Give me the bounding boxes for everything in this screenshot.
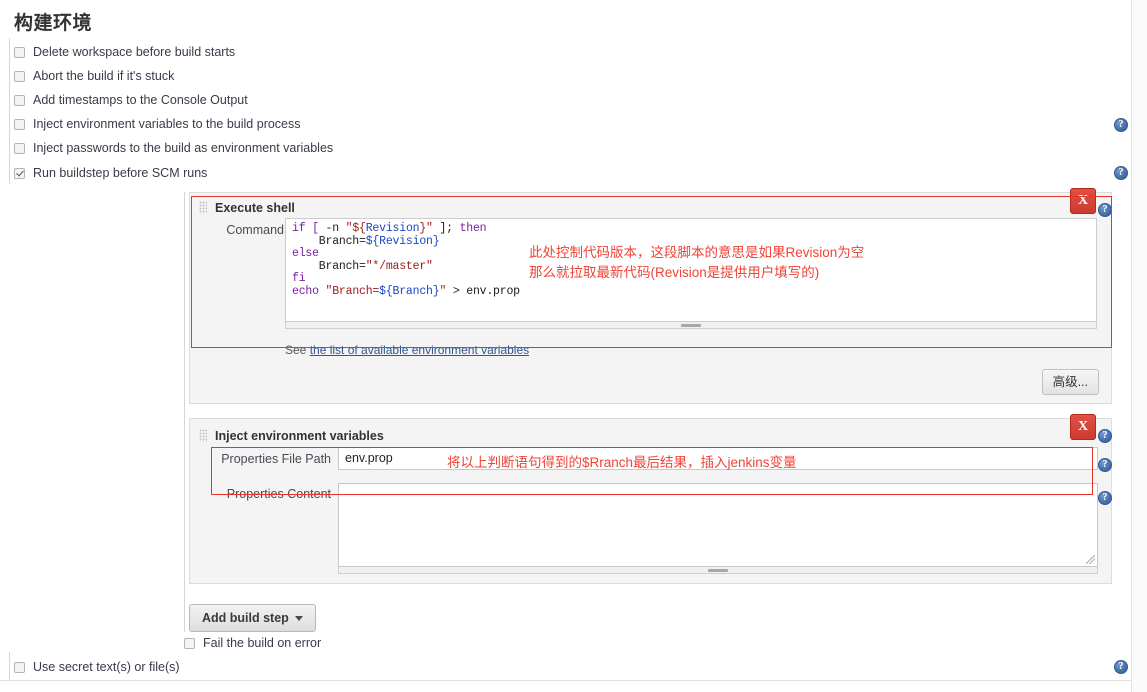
checkbox-label: Add timestamps to the Console Output [33, 93, 248, 107]
form-left-rail-bottom [9, 652, 10, 680]
checkbox-row-inject-passwords[interactable]: Inject passwords to the build as environ… [14, 138, 333, 158]
checkbox-label: Use secret text(s) or file(s) [33, 660, 180, 674]
command-label: Command [226, 223, 284, 237]
build-step-execute-shell: Execute shell Command if [ -n "${Revisio… [189, 192, 1112, 404]
help-icon-use-secret[interactable]: ? [1114, 660, 1128, 674]
add-build-step-button[interactable]: Add build step [189, 604, 316, 632]
delete-step-button-execute-shell[interactable]: X [1070, 188, 1096, 214]
help-icon-inject-env-step[interactable]: ? [1098, 429, 1112, 443]
checkbox-use-secret[interactable] [14, 661, 25, 673]
advanced-button[interactable]: 高级... [1041, 369, 1099, 395]
checkbox-row-abort-stuck[interactable]: Abort the build if it's stuck [14, 66, 174, 86]
checkbox-add-timestamps[interactable] [14, 94, 25, 106]
env-link-prefix: See [285, 343, 310, 357]
help-icon-execute-shell[interactable]: ? [1098, 203, 1112, 217]
command-resize-handle[interactable] [285, 322, 1097, 329]
checkbox-label: Inject passwords to the build as environ… [33, 141, 334, 155]
add-build-step-label: Add build step [202, 611, 289, 625]
checkbox-row-delete-workspace[interactable]: Delete workspace before build starts [14, 42, 235, 62]
annotation-text-execute-shell: 此处控制代码版本，这段脚本的意思是如果Revision为空 那么就拉取最新代码(… [529, 245, 865, 280]
checkbox-row-add-timestamps[interactable]: Add timestamps to the Console Output [14, 90, 248, 110]
checkbox-inject-env[interactable] [14, 118, 25, 130]
checkbox-row-inject-env[interactable]: Inject environment variables to the buil… [14, 114, 301, 134]
build-step-inject-env: Inject environment variables Properties … [189, 418, 1112, 584]
properties-content-label: Properties Content [226, 487, 331, 501]
build-step-header[interactable]: Inject environment variables [190, 425, 1111, 446]
build-step-title: Inject environment variables [215, 428, 384, 443]
checkbox-row-use-secret[interactable]: Use secret text(s) or file(s) [14, 657, 180, 677]
checkbox-abort-stuck[interactable] [14, 70, 25, 82]
checkbox-row-run-buildstep[interactable]: Run buildstep before SCM runs [14, 163, 207, 183]
checkbox-fail-on-error[interactable] [184, 637, 195, 649]
help-icon-run-buildstep[interactable]: ? [1114, 166, 1128, 180]
build-step-header[interactable]: Execute shell [190, 197, 1111, 218]
help-icon-properties-file-path[interactable]: ? [1098, 458, 1112, 472]
drag-handle-icon[interactable] [199, 201, 207, 214]
checkbox-label: Inject environment variables to the buil… [33, 117, 301, 131]
page-scrollbar[interactable] [1131, 0, 1147, 692]
bottom-separator [0, 680, 1131, 681]
checkbox-inject-passwords[interactable] [14, 142, 25, 154]
checkbox-label: Delete workspace before build starts [33, 45, 236, 59]
properties-content-resize-handle[interactable] [338, 567, 1098, 574]
build-steps-rail [184, 192, 185, 632]
checkbox-delete-workspace[interactable] [14, 46, 25, 58]
textarea-resize-grip[interactable] [1086, 555, 1095, 564]
env-variables-link-row: See the list of available environment va… [285, 343, 529, 357]
page-title: 构建环境 [14, 13, 93, 34]
help-icon-inject-env[interactable]: ? [1114, 118, 1128, 132]
form-left-rail [9, 38, 10, 184]
build-step-title: Execute shell [215, 200, 295, 215]
help-icon-properties-content[interactable]: ? [1098, 491, 1112, 505]
drag-handle-icon[interactable] [199, 429, 207, 442]
checkbox-label: Abort the build if it's stuck [33, 69, 175, 83]
properties-file-path-label: Properties File Path [221, 452, 331, 466]
chevron-down-icon [294, 616, 303, 622]
annotation-text-inject-env: 将以上判断语句得到的$Rranch最后结果，插入jenkins变量 [447, 455, 797, 470]
checkbox-run-buildstep[interactable] [14, 167, 25, 179]
checkbox-label: Fail the build on error [203, 636, 322, 650]
delete-step-button-inject-env[interactable]: X [1070, 414, 1096, 440]
properties-content-textarea[interactable] [338, 483, 1098, 567]
checkbox-label: Run buildstep before SCM runs [33, 166, 208, 180]
checkbox-row-fail-on-error[interactable]: Fail the build on error [184, 633, 321, 653]
env-variables-link[interactable]: the list of available environment variab… [310, 343, 529, 357]
